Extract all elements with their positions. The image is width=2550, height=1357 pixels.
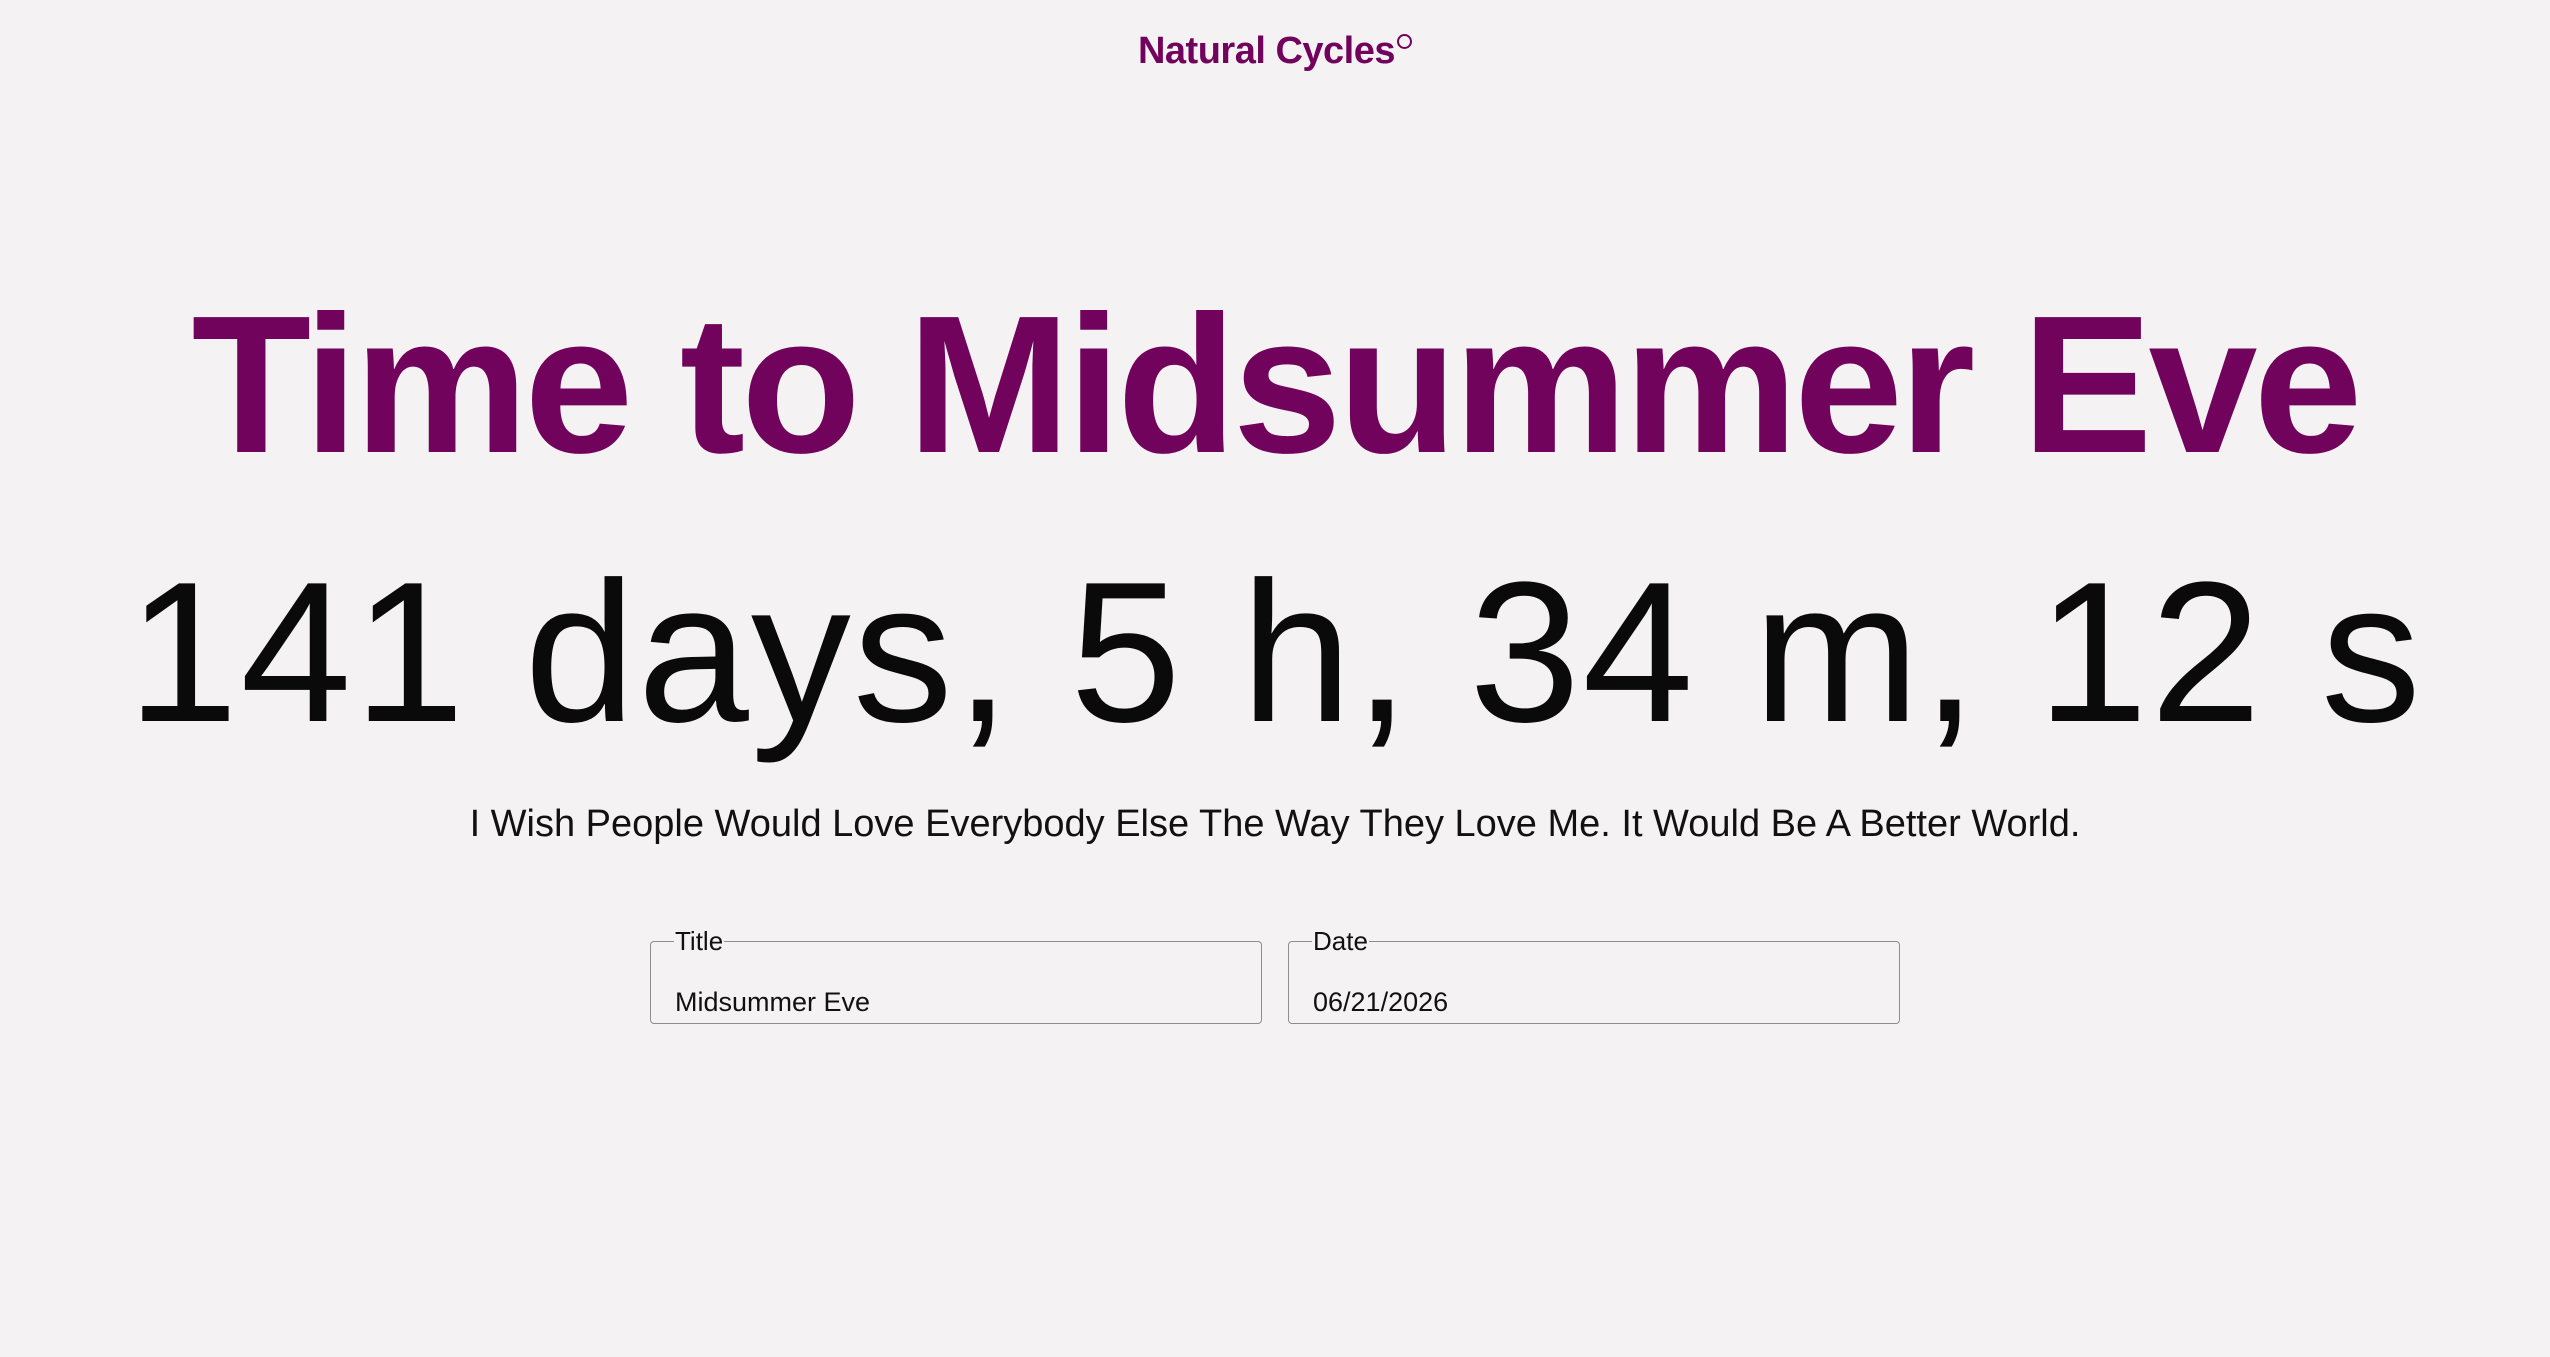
page: Natural Cycles Time to Midsummer Eve 141… <box>0 0 2550 1357</box>
page-title: Time to Midsummer Eve <box>191 275 2362 494</box>
brand-logo[interactable]: Natural Cycles <box>0 30 2550 73</box>
quote-text: I Wish People Would Love Everybody Else … <box>469 803 2081 845</box>
title-input[interactable] <box>675 980 1235 1024</box>
date-field: Date <box>1288 928 1900 1024</box>
title-field: Title <box>650 928 1262 1024</box>
logo-ring-icon <box>1397 34 1412 49</box>
event-form: Title Date <box>650 928 1902 1024</box>
date-input[interactable] <box>1313 980 1873 1024</box>
brand-name: Natural Cycles <box>1137 30 1396 72</box>
title-field-label: Title <box>675 926 724 956</box>
date-field-label: Date <box>1313 926 1368 956</box>
countdown-display: 141 days, 5 h, 34 m, 12 s <box>127 541 2423 764</box>
